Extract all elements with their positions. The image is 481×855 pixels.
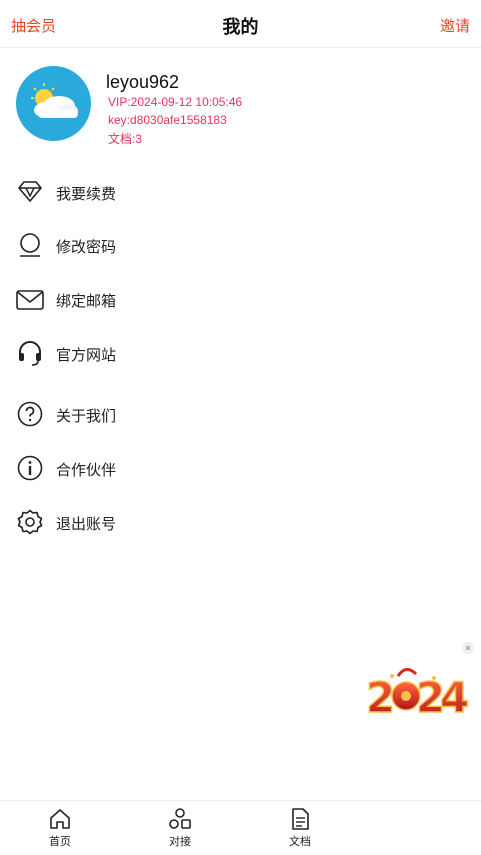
top-header: 抽会员 我的 邀请 [0,0,481,48]
menu-item-logout[interactable]: 退出账号 [0,502,481,542]
floating-ad-2024[interactable]: × 2 2 4 [362,642,474,722]
document-icon [292,808,309,830]
menu-item-bind-email[interactable]: 绑定邮箱 [0,279,481,319]
menu-item-label: 我要续费 [56,186,117,203]
headset-icon [19,341,41,366]
tab-home[interactable]: 首页 [30,807,90,853]
svg-text:2: 2 [366,673,395,722]
home-icon [50,809,70,829]
menu-item-change-password[interactable]: 修改密码 [0,225,481,265]
menu-item-renew[interactable]: 我要续费 [0,172,481,212]
menu-item-label: 修改密码 [56,239,117,256]
mail-icon [16,290,44,310]
page-title: 我的 [222,17,259,37]
menu-item-label: 合作伙伴 [56,462,117,479]
gear-icon [17,509,43,535]
avatar[interactable] [16,66,91,141]
menu-item-official-website[interactable]: 官方网站 [0,333,481,373]
tab-label: 首页 [49,836,71,848]
connect-icon [169,808,191,829]
tab-label: 对接 [169,836,191,848]
diamond-icon [18,181,42,202]
document-count: 文档:3 [108,132,143,146]
tab-documents[interactable]: 文档 [270,807,330,853]
info-icon [17,455,43,481]
tab-connect[interactable]: 对接 [150,807,210,853]
vip-expiry: VIP:2024-09-12 10:05:46 [108,95,243,109]
svg-text:4: 4 [440,673,469,722]
tab-label: 文档 [289,836,311,848]
question-icon [17,401,43,427]
menu-item-label: 退出账号 [56,516,117,533]
menu-item-label: 官方网站 [56,347,117,364]
username: leyou962 [106,72,180,92]
invite-link[interactable]: 邀请 [440,15,470,36]
weather-sun-cloud-icon [31,83,78,118]
menu-item-partners[interactable]: 合作伙伴 [0,448,481,488]
profile-card: leyou962 VIP:2024-09-12 10:05:46 key:d80… [0,60,481,160]
menu-item-label: 关于我们 [56,408,117,425]
user-icon [20,233,40,257]
bottom-tab-bar: 首页 对接 文档 [0,800,481,855]
menu-item-label: 绑定邮箱 [56,293,117,310]
user-key: key:d8030afe1558183 [108,113,227,127]
menu-item-about-us[interactable]: 关于我们 [0,394,481,434]
new-year-2024-badge-icon: 2 2 4 [365,668,470,722]
